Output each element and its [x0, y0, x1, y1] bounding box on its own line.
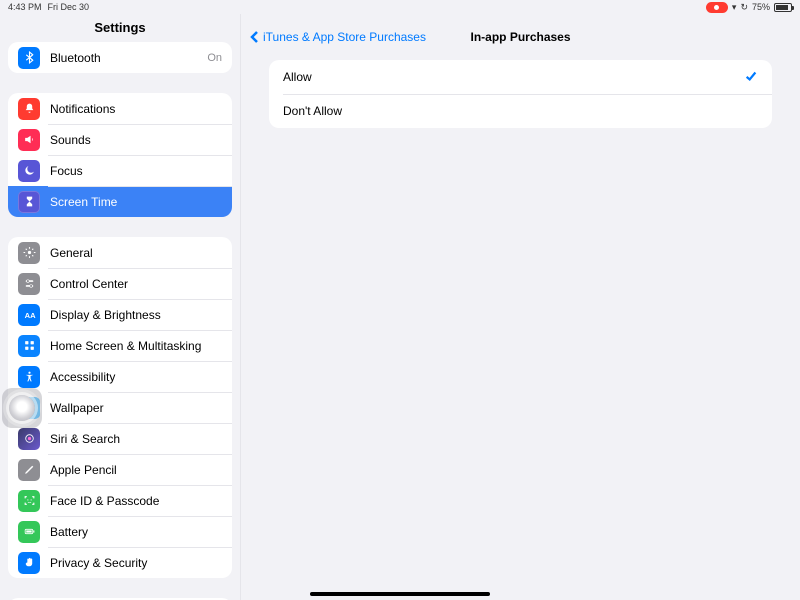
back-button[interactable]: iTunes & App Store Purchases	[241, 30, 426, 44]
sidebar-item-label: Accessibility	[50, 370, 222, 384]
sidebar-item-focus[interactable]: Focus	[8, 155, 232, 186]
sidebar-item-label: Home Screen & Multitasking	[50, 339, 222, 353]
gear-icon	[18, 242, 40, 264]
sliders-icon	[18, 273, 40, 295]
assistive-touch[interactable]	[2, 388, 42, 428]
sidebar-item-accessibility[interactable]: Accessibility	[8, 361, 232, 392]
battery-icon	[18, 521, 40, 543]
sidebar-item-pencil[interactable]: Apple Pencil	[8, 454, 232, 485]
pencil-icon	[18, 459, 40, 481]
battery-pct: 75%	[752, 2, 770, 12]
hourglass-icon	[18, 191, 40, 213]
sidebar-item-label: Screen Time	[50, 195, 222, 209]
back-label: iTunes & App Store Purchases	[263, 30, 426, 44]
sidebar-item-label: Wallpaper	[50, 401, 222, 415]
moon-icon	[18, 160, 40, 182]
chevron-left-icon	[249, 31, 261, 43]
sidebar-group: Bluetooth On	[8, 42, 232, 73]
sidebar-item-notifications[interactable]: Notifications	[8, 93, 232, 124]
sidebar-item-bluetooth[interactable]: Bluetooth On	[8, 42, 232, 73]
siri-icon	[18, 428, 40, 450]
bell-icon	[18, 98, 40, 120]
bluetooth-icon	[18, 47, 40, 69]
sidebar-item-general[interactable]: General	[8, 237, 232, 268]
hand-icon	[18, 552, 40, 574]
sidebar-item-faceid[interactable]: Face ID & Passcode	[8, 485, 232, 516]
option-label: Allow	[283, 70, 312, 84]
settings-sidebar[interactable]: Bluetooth On Notifications Sounds Focus …	[0, 42, 240, 600]
sidebar-item-label: Control Center	[50, 277, 222, 291]
sidebar-title: Settings	[0, 14, 240, 42]
options-group: Allow Don't Allow	[269, 60, 772, 128]
sidebar-item-label: General	[50, 246, 222, 260]
sidebar-item-display[interactable]: AA Display & Brightness	[8, 299, 232, 330]
sidebar-item-label: Battery	[50, 525, 222, 539]
sidebar-item-label: Apple Pencil	[50, 463, 222, 477]
svg-text:AA: AA	[24, 311, 35, 320]
sidebar-item-label: Notifications	[50, 102, 222, 116]
wifi-icon: ▾	[732, 2, 737, 13]
sidebar-item-label: Display & Brightness	[50, 308, 222, 322]
sidebar-item-label: Privacy & Security	[50, 556, 222, 570]
sidebar-item-homescreen[interactable]: Home Screen & Multitasking	[8, 330, 232, 361]
sidebar-item-screentime[interactable]: Screen Time	[8, 186, 232, 217]
text-size-icon: AA	[18, 304, 40, 326]
option-label: Don't Allow	[283, 104, 342, 118]
header: Settings iTunes & App Store Purchases In…	[0, 14, 800, 42]
faceid-icon	[18, 490, 40, 512]
battery-icon	[774, 3, 792, 12]
screen-record-indicator	[706, 2, 728, 13]
sidebar-group: Notifications Sounds Focus Screen Time	[8, 93, 232, 217]
sidebar-item-label: Bluetooth	[50, 51, 207, 65]
home-indicator[interactable]	[310, 592, 490, 596]
speaker-icon	[18, 129, 40, 151]
sidebar-item-controlcenter[interactable]: Control Center	[8, 268, 232, 299]
sidebar-item-sounds[interactable]: Sounds	[8, 124, 232, 155]
checkmark-icon	[744, 69, 758, 86]
grid-icon	[18, 335, 40, 357]
status-bar: 4:43 PM Fri Dec 30 ▾ ↻ 75%	[0, 0, 800, 14]
sidebar-item-label: Focus	[50, 164, 222, 178]
status-date: Fri Dec 30	[48, 2, 90, 12]
sidebar-item-label: Face ID & Passcode	[50, 494, 222, 508]
sidebar-item-label: Siri & Search	[50, 432, 222, 446]
sidebar-item-label: Sounds	[50, 133, 222, 147]
accessibility-icon	[18, 366, 40, 388]
orientation-lock-icon: ↻	[740, 2, 748, 13]
option-allow[interactable]: Allow	[269, 60, 772, 94]
status-time: 4:43 PM	[8, 2, 42, 12]
sidebar-item-battery[interactable]: Battery	[8, 516, 232, 547]
sidebar-item-siri[interactable]: Siri & Search	[8, 423, 232, 454]
bluetooth-value: On	[207, 52, 222, 64]
detail-pane: Allow Don't Allow	[240, 42, 800, 600]
option-dont-allow[interactable]: Don't Allow	[269, 94, 772, 128]
sidebar-item-privacy[interactable]: Privacy & Security	[8, 547, 232, 578]
